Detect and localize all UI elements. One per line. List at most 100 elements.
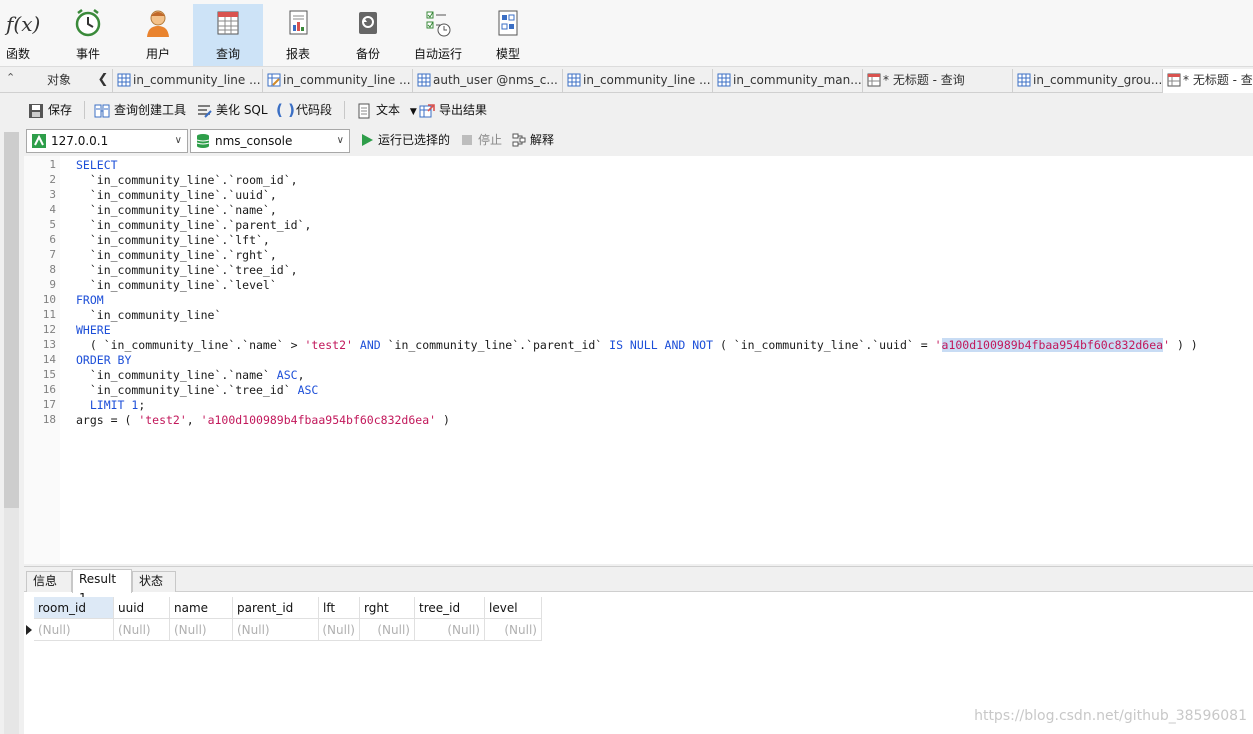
ribbon-function-button[interactable]: f(x) 函数 (0, 4, 40, 66)
ribbon-event-button[interactable]: 事件 (53, 4, 123, 66)
column-header-level[interactable]: level (485, 597, 542, 619)
code-line[interactable]: ORDER BY (76, 353, 131, 368)
table-cell[interactable]: (Null) (233, 619, 319, 641)
objects-tab[interactable]: 对象 (24, 67, 94, 93)
export-results-button[interactable]: 导出结果 (419, 100, 487, 120)
query-table-icon (217, 11, 239, 35)
code-line[interactable]: `in_community_line`.`name`, (76, 203, 277, 218)
code-token: `in_community_line` (76, 308, 222, 322)
results-panel: 信息 Result 1 状态 room_id uuid name parent_… (24, 566, 1253, 734)
line-number: 7 (49, 248, 56, 261)
connection-select[interactable]: 127.0.0.1 ∨ (26, 129, 188, 153)
tab-in-community-line-2[interactable]: in_community_line ... (262, 69, 412, 93)
tab-info[interactable]: 信息 (26, 571, 72, 592)
code-line[interactable]: `in_community_line`.`name` ASC, (76, 368, 305, 383)
table-cell[interactable]: (Null) (319, 619, 360, 641)
tab-in-community-line-1[interactable]: in_community_line ... (112, 69, 262, 93)
code-line[interactable]: `in_community_line` (76, 308, 222, 323)
table-cell[interactable]: (Null) (114, 619, 170, 641)
column-header-parent-id[interactable]: parent_id (233, 597, 319, 619)
table-icon (717, 73, 731, 87)
tab-result-1[interactable]: Result 1 (72, 569, 132, 605)
function-icon: f(x) (6, 12, 41, 36)
ribbon-backup-button[interactable]: 备份 (333, 4, 403, 66)
code-line[interactable]: args = ( 'test2', 'a100d100989b4fbaa954b… (76, 413, 450, 428)
tab-auth-user[interactable]: auth_user @nms_c... (412, 69, 562, 93)
model-icon (498, 10, 518, 36)
code-token: AND (359, 338, 381, 352)
tab-in-community-group[interactable]: in_community_grou... (1012, 69, 1162, 93)
tab-in-community-line-3[interactable]: in_community_line ... (562, 69, 712, 93)
ribbon-label: 模型 (495, 47, 520, 61)
code-token: `in_community_line`.`tree_id` (76, 383, 298, 397)
beautify-icon (198, 105, 212, 118)
column-header-uuid[interactable]: uuid (114, 597, 170, 619)
explain-icon (512, 133, 526, 147)
beautify-sql-button[interactable]: 美化 SQL (196, 100, 268, 120)
backup-icon (359, 12, 377, 34)
code-token: `in_community_line`.`parent_id`, (76, 218, 312, 232)
table-cell[interactable]: (Null) (485, 619, 542, 641)
ribbon-query-button[interactable]: 查询 (193, 4, 263, 66)
code-line[interactable]: `in_community_line`.`tree_id`, (76, 263, 298, 278)
column-header-lft[interactable]: lft (319, 597, 360, 619)
code-line[interactable]: `in_community_line`.`lft`, (76, 233, 270, 248)
code-token: `in_community_line`.`level` (76, 278, 277, 292)
code-token: ASC (297, 383, 319, 397)
ribbon-report-button[interactable]: 报表 (263, 4, 333, 66)
table-cell[interactable]: (Null) (170, 619, 233, 641)
column-header-name[interactable]: name (170, 597, 233, 619)
clock-icon (75, 9, 101, 37)
code-line[interactable]: `in_community_line`.`room_id`, (76, 173, 298, 188)
collapse-caret-icon[interactable]: ⌃ (6, 71, 18, 85)
code-line[interactable]: `in_community_line`.`uuid`, (76, 188, 277, 203)
code-line[interactable]: `in_community_line`.`level` (76, 278, 277, 293)
column-header-room-id[interactable]: room_id (34, 597, 114, 619)
explain-button[interactable]: 解释 (512, 132, 554, 152)
run-selected-button[interactable]: 运行已选择的 (360, 132, 450, 152)
ribbon-model-button[interactable]: 模型 (473, 4, 543, 66)
tab-scroll-left-icon[interactable]: ❮ (96, 67, 110, 93)
text-doc-icon (358, 103, 370, 119)
ribbon-autorun-button[interactable]: 自动运行 (403, 4, 473, 66)
code-snippet-label: 代码段 (296, 103, 333, 117)
code-line[interactable]: `in_community_line`.`rght`, (76, 248, 277, 263)
query-builder-button[interactable]: 查询创建工具 (94, 100, 186, 120)
line-number: 15 (42, 368, 56, 381)
auto-run-icon (426, 11, 451, 37)
text-mode-dropdown[interactable]: 文本 ▼ (356, 100, 417, 120)
column-header-tree-id[interactable]: tree_id (415, 597, 485, 619)
chevron-down-icon: ∨ (174, 135, 182, 146)
code-line[interactable]: `in_community_line`.`tree_id` ASC (76, 383, 319, 398)
user-icon (147, 10, 169, 37)
table-cell[interactable]: (Null) (360, 619, 415, 641)
chevron-down-icon: ▼ (409, 107, 417, 117)
vertical-scrollbar-thumb[interactable] (4, 132, 19, 508)
tab-in-community-man[interactable]: in_community_man... (712, 69, 862, 93)
code-line[interactable]: SELECT (76, 158, 118, 173)
database-select[interactable]: nms_console ∨ (190, 129, 350, 153)
tab-untitled-query-1[interactable]: * 无标题 - 查询 (862, 69, 1012, 93)
code-snippet-button[interactable]: ( ) 代码段 (276, 100, 332, 120)
code-line[interactable]: WHERE (76, 323, 111, 338)
database-icon (196, 134, 210, 148)
ribbon-user-button[interactable]: 用户 (123, 4, 193, 66)
code-line[interactable]: LIMIT 1; (76, 398, 145, 413)
save-button[interactable]: 保存 (28, 100, 72, 120)
tab-untitled-query-2[interactable]: * 无标题 - 查 (1162, 69, 1253, 93)
ribbon-label: 报表 (285, 47, 310, 61)
tab-label: in_community_line ... (283, 73, 411, 87)
code-line[interactable]: FROM (76, 293, 104, 308)
line-number: 18 (42, 413, 56, 426)
table-cell[interactable]: (Null) (34, 619, 114, 641)
code-line[interactable]: ( `in_community_line`.`name` > 'test2' A… (76, 338, 1198, 353)
code-line[interactable]: `in_community_line`.`parent_id`, (76, 218, 312, 233)
stop-button[interactable]: 停止 (460, 132, 502, 152)
tab-status[interactable]: 状态 (132, 571, 176, 592)
sql-editor[interactable]: 1 2 3 4 5 6 7 8 9 10 11 12 13 14 15 16 17 18 SELECT `in_c… (24, 156, 1253, 564)
column-header-rght[interactable]: rght (360, 597, 415, 619)
code-token: ' (1163, 338, 1171, 352)
table-cell[interactable]: (Null) (415, 619, 485, 641)
line-number: 9 (49, 278, 56, 291)
